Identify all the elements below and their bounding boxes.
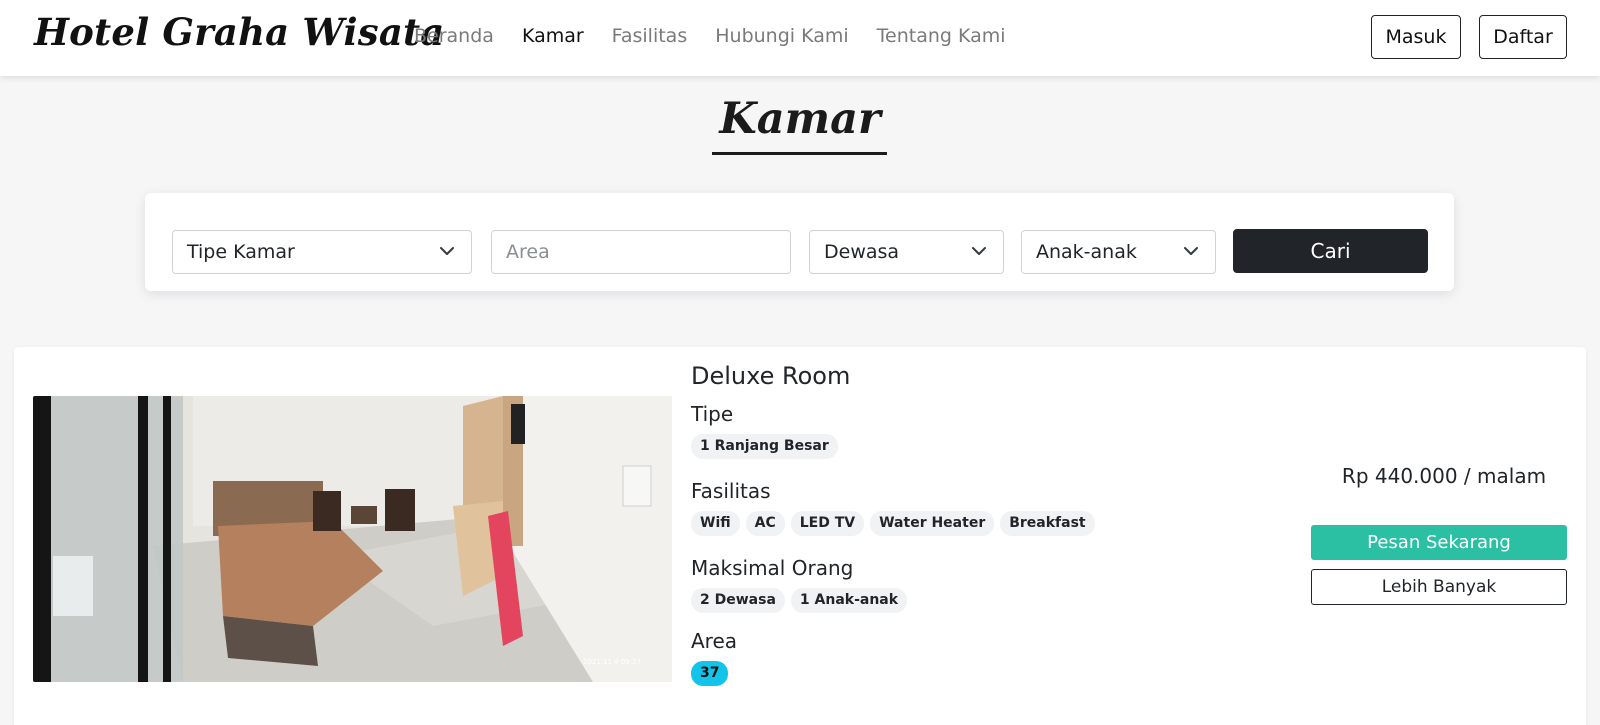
title-underline (712, 152, 887, 155)
type-badges: 1 Ranjang Besar (691, 434, 844, 459)
area-label: Area (691, 629, 738, 653)
area-badge: 37 (691, 661, 729, 686)
book-now-button[interactable]: Pesan Sekarang (1311, 525, 1567, 560)
facilities-label: Fasilitas (691, 479, 771, 503)
nav-link-tentang-kami[interactable]: Tentang Kami (877, 22, 1006, 50)
navbar: Hotel Graha Wisata Beranda Kamar Fasilit… (0, 0, 1600, 76)
adults-badge: 2 Dewasa (691, 588, 785, 613)
login-button[interactable]: Masuk (1371, 15, 1461, 59)
max-people-badges: 2 Dewasa 1 Anak-anak (691, 588, 913, 613)
adults-value: Dewasa (824, 241, 900, 263)
room-type-value: Tipe Kamar (187, 241, 295, 263)
facility-badge-wifi: Wifi (691, 511, 740, 536)
nav-links: Beranda Kamar Fasilitas Hubungi Kami Ten… (414, 22, 1034, 50)
room-price: Rp 440.000 / malam (1341, 464, 1547, 488)
more-details-button[interactable]: Lebih Banyak (1311, 569, 1567, 605)
area-badges: 37 (691, 661, 734, 686)
max-people-label: Maksimal Orang (691, 556, 854, 580)
chevron-down-icon (440, 247, 454, 255)
type-label: Tipe (691, 402, 734, 426)
room-name: Deluxe Room (691, 362, 851, 390)
room-photo-image: 2021.11.4 09:27 (33, 396, 672, 682)
children-badge: 1 Anak-anak (790, 588, 908, 613)
facility-badge-led-tv: LED TV (790, 511, 865, 536)
nav-link-kamar[interactable]: Kamar (522, 22, 584, 50)
nav-link-beranda[interactable]: Beranda (414, 22, 494, 50)
adults-select[interactable]: Dewasa (809, 230, 1004, 274)
register-button[interactable]: Daftar (1479, 15, 1567, 59)
area-input[interactable] (506, 241, 790, 263)
facility-badge-ac: AC (745, 511, 785, 536)
page-title: Kamar (719, 94, 881, 144)
room-card: 2021.11.4 09:27 Deluxe Room Tipe 1 Ranja… (14, 347, 1586, 725)
facility-badge-breakfast: Breakfast (1000, 511, 1095, 536)
nav-link-fasilitas[interactable]: Fasilitas (612, 22, 688, 50)
room-photo: 2021.11.4 09:27 (33, 396, 672, 682)
chevron-down-icon (972, 247, 986, 255)
facility-badge-water-heater: Water Heater (870, 511, 995, 536)
brand-logo[interactable]: Hotel Graha Wisata (34, 10, 444, 54)
type-badge: 1 Ranjang Besar (691, 434, 838, 459)
area-field[interactable] (491, 230, 791, 274)
search-panel: Tipe Kamar Dewasa Anak-anak Cari (145, 193, 1454, 291)
chevron-down-icon (1184, 247, 1198, 255)
search-button[interactable]: Cari (1233, 229, 1428, 273)
photo-timestamp: 2021.11.4 09:27 (583, 658, 641, 666)
children-select[interactable]: Anak-anak (1021, 230, 1216, 274)
nav-link-hubungi-kami[interactable]: Hubungi Kami (715, 22, 848, 50)
facility-badges: Wifi AC LED TV Water Heater Breakfast (691, 511, 1101, 536)
children-value: Anak-anak (1036, 241, 1137, 263)
room-type-select[interactable]: Tipe Kamar (172, 230, 472, 274)
